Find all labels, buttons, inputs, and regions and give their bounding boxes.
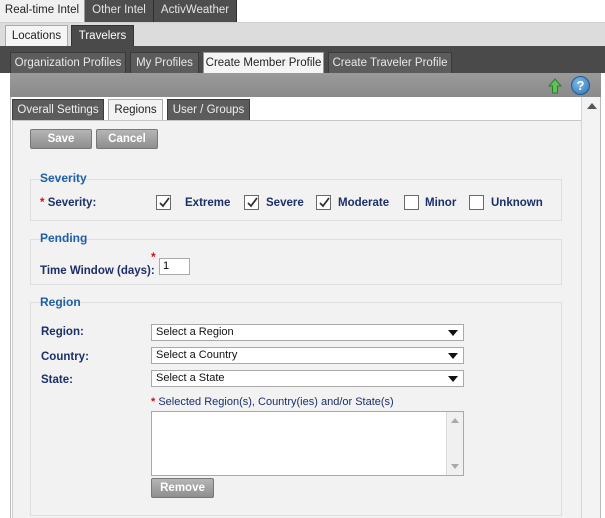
- panel-scrollbar[interactable]: [581, 97, 600, 518]
- severity-label-text: Severity:: [47, 197, 97, 209]
- scroll-up-icon[interactable]: [587, 103, 597, 109]
- tab-other-intel[interactable]: Other Intel: [85, 0, 154, 22]
- tab-activweather[interactable]: ActivWeather: [154, 0, 237, 22]
- pending-title: Pending: [40, 231, 88, 245]
- minor-checkbox[interactable]: [404, 195, 419, 210]
- country-select[interactable]: Select a Country: [151, 347, 464, 364]
- state-select-value: Select a State: [156, 372, 225, 384]
- help-icon[interactable]: ?: [571, 76, 590, 95]
- severe-checkbox[interactable]: [244, 195, 259, 210]
- scroll-down-icon[interactable]: [451, 464, 459, 469]
- top-tab-bar: Real-time Intel Other Intel ActivWeather: [0, 0, 605, 22]
- state-field-label: State:: [41, 374, 73, 386]
- time-window-input[interactable]: 1: [159, 258, 190, 275]
- chevron-down-icon: [448, 353, 458, 359]
- selected-regions-label: * Selected Region(s), Country(ies) and/o…: [151, 396, 394, 408]
- tab-organization-profiles[interactable]: Organization Profiles: [10, 52, 126, 73]
- tab-overall-settings[interactable]: Overall Settings: [12, 99, 104, 120]
- tab-my-profiles[interactable]: My Profiles: [130, 52, 199, 73]
- country-field-label: Country:: [41, 351, 89, 363]
- region-title: Region: [40, 295, 81, 309]
- region-field-label: Region:: [41, 326, 84, 338]
- extreme-checkbox[interactable]: [156, 195, 171, 210]
- tab-user-groups[interactable]: User / Groups: [167, 99, 250, 120]
- unknown-checkbox[interactable]: [469, 195, 484, 210]
- tab-locations[interactable]: Locations: [5, 25, 68, 46]
- required-marker: *: [151, 250, 156, 264]
- toolbar: [10, 73, 601, 97]
- time-window-label: Time Window (days):: [40, 265, 155, 277]
- severity-field-label: * Severity:: [40, 197, 96, 209]
- pending-section: [30, 239, 562, 285]
- country-select-value: Select a Country: [156, 349, 238, 361]
- unknown-label: Unknown: [491, 197, 543, 209]
- minor-label: Minor: [425, 197, 457, 209]
- checkmark-icon: [247, 197, 258, 208]
- extreme-label: Extreme: [185, 197, 231, 209]
- tab-travelers[interactable]: Travelers: [71, 25, 134, 46]
- listbox-scrollbar[interactable]: [446, 412, 463, 475]
- tab-real-time-intel[interactable]: Real-time Intel: [0, 0, 85, 22]
- checkmark-icon: [159, 197, 170, 208]
- tab-regions[interactable]: Regions: [108, 99, 163, 120]
- chevron-down-icon: [448, 376, 458, 382]
- remove-button[interactable]: Remove: [151, 478, 214, 498]
- severe-label: Severe: [266, 197, 304, 209]
- required-marker: *: [151, 396, 156, 408]
- save-button[interactable]: Save: [30, 129, 92, 149]
- tab-create-traveler-profile[interactable]: Create Traveler Profile: [328, 52, 452, 73]
- selected-regions-label-text: Selected Region(s), Country(ies) and/or …: [158, 396, 394, 408]
- tab-create-member-profile[interactable]: Create Member Profile: [203, 52, 324, 73]
- scroll-up-icon[interactable]: [451, 418, 459, 423]
- region-select[interactable]: Select a Region: [151, 324, 464, 341]
- region-select-value: Select a Region: [156, 326, 234, 338]
- selected-regions-listbox[interactable]: [151, 411, 464, 476]
- moderate-label: Moderate: [338, 197, 390, 209]
- moderate-checkbox[interactable]: [316, 195, 331, 210]
- checkmark-icon: [319, 197, 330, 208]
- cancel-button[interactable]: Cancel: [96, 129, 158, 149]
- chevron-down-icon: [448, 330, 458, 336]
- back-arrow-icon[interactable]: [546, 77, 564, 95]
- required-marker: *: [40, 197, 45, 209]
- state-select[interactable]: Select a State: [151, 370, 464, 387]
- severity-title: Severity: [40, 171, 87, 185]
